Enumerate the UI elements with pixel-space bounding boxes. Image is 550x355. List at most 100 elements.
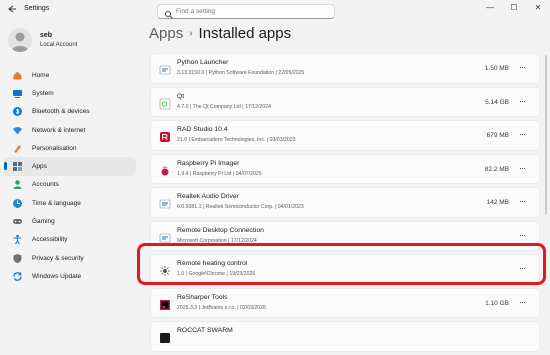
more-options-button[interactable]: ··· xyxy=(517,63,527,73)
sidebar-item-home[interactable]: Home xyxy=(4,66,136,84)
breadcrumb-parent[interactable]: Apps xyxy=(149,25,183,42)
more-options-button[interactable]: ··· xyxy=(517,130,527,140)
roccat-icon xyxy=(159,331,171,343)
personalisation-icon xyxy=(11,142,23,154)
app-publisher: JetBrains s.r.o. xyxy=(201,304,236,311)
app-row[interactable]: ROCCAT SWARM xyxy=(150,321,540,352)
window-title: Settings xyxy=(24,5,50,12)
app-row[interactable]: Remote Desktop Connection Microsoft Corp… xyxy=(150,220,540,251)
sidebar-item-bluetooth[interactable]: Bluetooth & devices xyxy=(4,103,136,121)
window-controls: — ☐ ✕ xyxy=(478,0,550,20)
app-publisher: Microsoft Corporation xyxy=(177,237,227,244)
app-row[interactable]: RAD Studio 10.4 21.0 | Embarcadero Techn… xyxy=(150,120,540,151)
more-options-button[interactable]: ··· xyxy=(517,230,527,241)
app-version: 21.0 xyxy=(177,137,188,143)
bluetooth-icon xyxy=(11,106,23,118)
app-name: Python Launcher xyxy=(177,59,229,66)
raspberry-pi-icon xyxy=(159,164,171,176)
scrollbar[interactable] xyxy=(545,55,547,215)
installed-apps-list: Python Launcher 3.13.3150.0 | Python Sof… xyxy=(150,53,540,355)
app-meta: Microsoft Corporation | 17/12/2024 xyxy=(177,237,257,244)
sidebar-item-accounts[interactable]: Accounts xyxy=(4,176,136,194)
app-date: 03/03/2023 xyxy=(269,137,296,143)
user-name: seb xyxy=(40,32,53,39)
app-meta: 2025.3.3 | JetBrains s.r.o. | 02/03/2026 xyxy=(177,304,266,311)
app-date: 17/12/2024 xyxy=(230,237,257,244)
app-row[interactable]: ReSharper Tools 2025.3.3 | JetBrains s.r… xyxy=(150,287,540,318)
sidebar-item-label: Personalisation xyxy=(32,144,77,152)
sidebar-item-label: Bluetooth & devices xyxy=(32,108,90,116)
more-options-button[interactable]: ··· xyxy=(517,197,527,207)
sidebar-nav: Home System Bluetooth & devices Network … xyxy=(4,66,136,286)
app-publisher: The Qt Company Ltd xyxy=(192,103,241,110)
apps-icon xyxy=(11,161,23,173)
minimize-button[interactable]: — xyxy=(478,0,502,16)
python-icon xyxy=(159,63,171,75)
app-meta: 3.13.3150.0 | Python Software Foundation… xyxy=(177,70,305,76)
sidebar-item-label: Accessibility xyxy=(32,236,68,244)
qt-icon xyxy=(159,97,171,109)
sidebar-item-apps[interactable]: Apps xyxy=(4,157,136,176)
search-box[interactable] xyxy=(157,4,335,19)
app-meta: 4.7.0 | The Qt Company Ltd | 17/12/2024 xyxy=(177,103,272,110)
close-button[interactable]: ✕ xyxy=(526,0,550,16)
app-row[interactable]: Qt 4.7.0 | The Qt Company Ltd | 17/12/20… xyxy=(150,86,540,117)
app-row[interactable]: Realtek Audio Driver 6.0.9381.1 | Realte… xyxy=(150,187,540,218)
app-publisher: Python Software Foundation xyxy=(208,70,275,76)
sidebar-item-label: Time & language xyxy=(32,199,81,207)
app-row-selected[interactable]: Remote heating control 1.0 | Google\Chro… xyxy=(150,254,540,285)
accounts-icon xyxy=(11,179,23,191)
windows-update-icon xyxy=(11,270,23,282)
sidebar-item-label: Gaming xyxy=(32,218,55,226)
more-options-button[interactable]: ··· xyxy=(517,96,527,107)
sidebar-item-label: Accounts xyxy=(32,181,59,189)
back-arrow-icon[interactable] xyxy=(7,4,17,14)
sidebar-item-label: Apps xyxy=(32,163,47,171)
app-name: ROCCAT SWARM xyxy=(177,327,233,334)
app-version: 6.0.9381.1 xyxy=(177,204,202,210)
realtek-icon xyxy=(159,197,171,209)
sidebar-item-system[interactable]: System xyxy=(4,84,136,102)
sidebar-item-label: System xyxy=(32,89,54,97)
app-name: RAD Studio 10.4 xyxy=(177,126,228,133)
app-publisher: Google\Chrome xyxy=(188,271,226,277)
app-date: 04/07/2025 xyxy=(235,170,262,177)
app-size: 82.2 MB xyxy=(484,165,509,173)
search-input[interactable] xyxy=(176,6,326,17)
remote-desktop-icon xyxy=(159,231,171,243)
sidebar-item-accessibility[interactable]: Accessibility xyxy=(4,231,136,249)
page-title: Installed apps xyxy=(198,25,292,42)
breadcrumb: Apps › Installed apps xyxy=(149,25,291,42)
app-publisher: Realtek Semiconductor Corp. xyxy=(205,204,274,210)
system-icon xyxy=(11,87,23,99)
app-version: 1.9.4 xyxy=(177,170,189,177)
app-name: ReSharper Tools xyxy=(177,293,228,301)
sidebar-item-gaming[interactable]: Gaming xyxy=(4,212,136,230)
more-options-button[interactable]: ··· xyxy=(517,264,527,274)
maximize-button[interactable]: ☐ xyxy=(502,0,526,16)
network-icon xyxy=(11,124,23,136)
sidebar-item-windows-update[interactable]: Windows Update xyxy=(4,267,136,285)
rad-studio-icon xyxy=(159,130,171,142)
app-row[interactable]: Python Launcher 3.13.3150.0 | Python Sof… xyxy=(150,53,540,84)
app-name: Remote heating control xyxy=(177,260,248,267)
sidebar-item-privacy-security[interactable]: Privacy & security xyxy=(4,249,136,267)
app-date: 19/03/2026 xyxy=(229,271,256,277)
more-options-button[interactable]: ··· xyxy=(517,163,527,174)
app-size: 142 MB xyxy=(486,199,509,206)
app-meta: 1.9.4 | Raspberry Pi Ltd | 04/07/2025 xyxy=(177,170,262,177)
app-version: 2025.3.3 xyxy=(177,304,198,311)
sidebar-item-network[interactable]: Network & internet xyxy=(4,121,136,139)
more-options-button[interactable]: ··· xyxy=(517,297,527,308)
sidebar-item-personalisation[interactable]: Personalisation xyxy=(4,139,136,157)
app-name: Qt xyxy=(177,92,185,100)
breadcrumb-separator: › xyxy=(189,28,193,39)
resharper-icon xyxy=(159,298,171,310)
app-publisher: Raspberry Pi Ltd xyxy=(192,170,232,177)
sidebar-item-time-language[interactable]: Time & language xyxy=(4,194,136,212)
app-date: 22/05/2025 xyxy=(278,70,305,76)
app-name: Remote Desktop Connection xyxy=(177,226,264,234)
app-date: 17/12/2024 xyxy=(245,103,272,110)
app-version: 1.0 xyxy=(177,271,185,277)
app-row[interactable]: Raspberry Pi Imager 1.9.4 | Raspberry Pi… xyxy=(150,153,540,184)
